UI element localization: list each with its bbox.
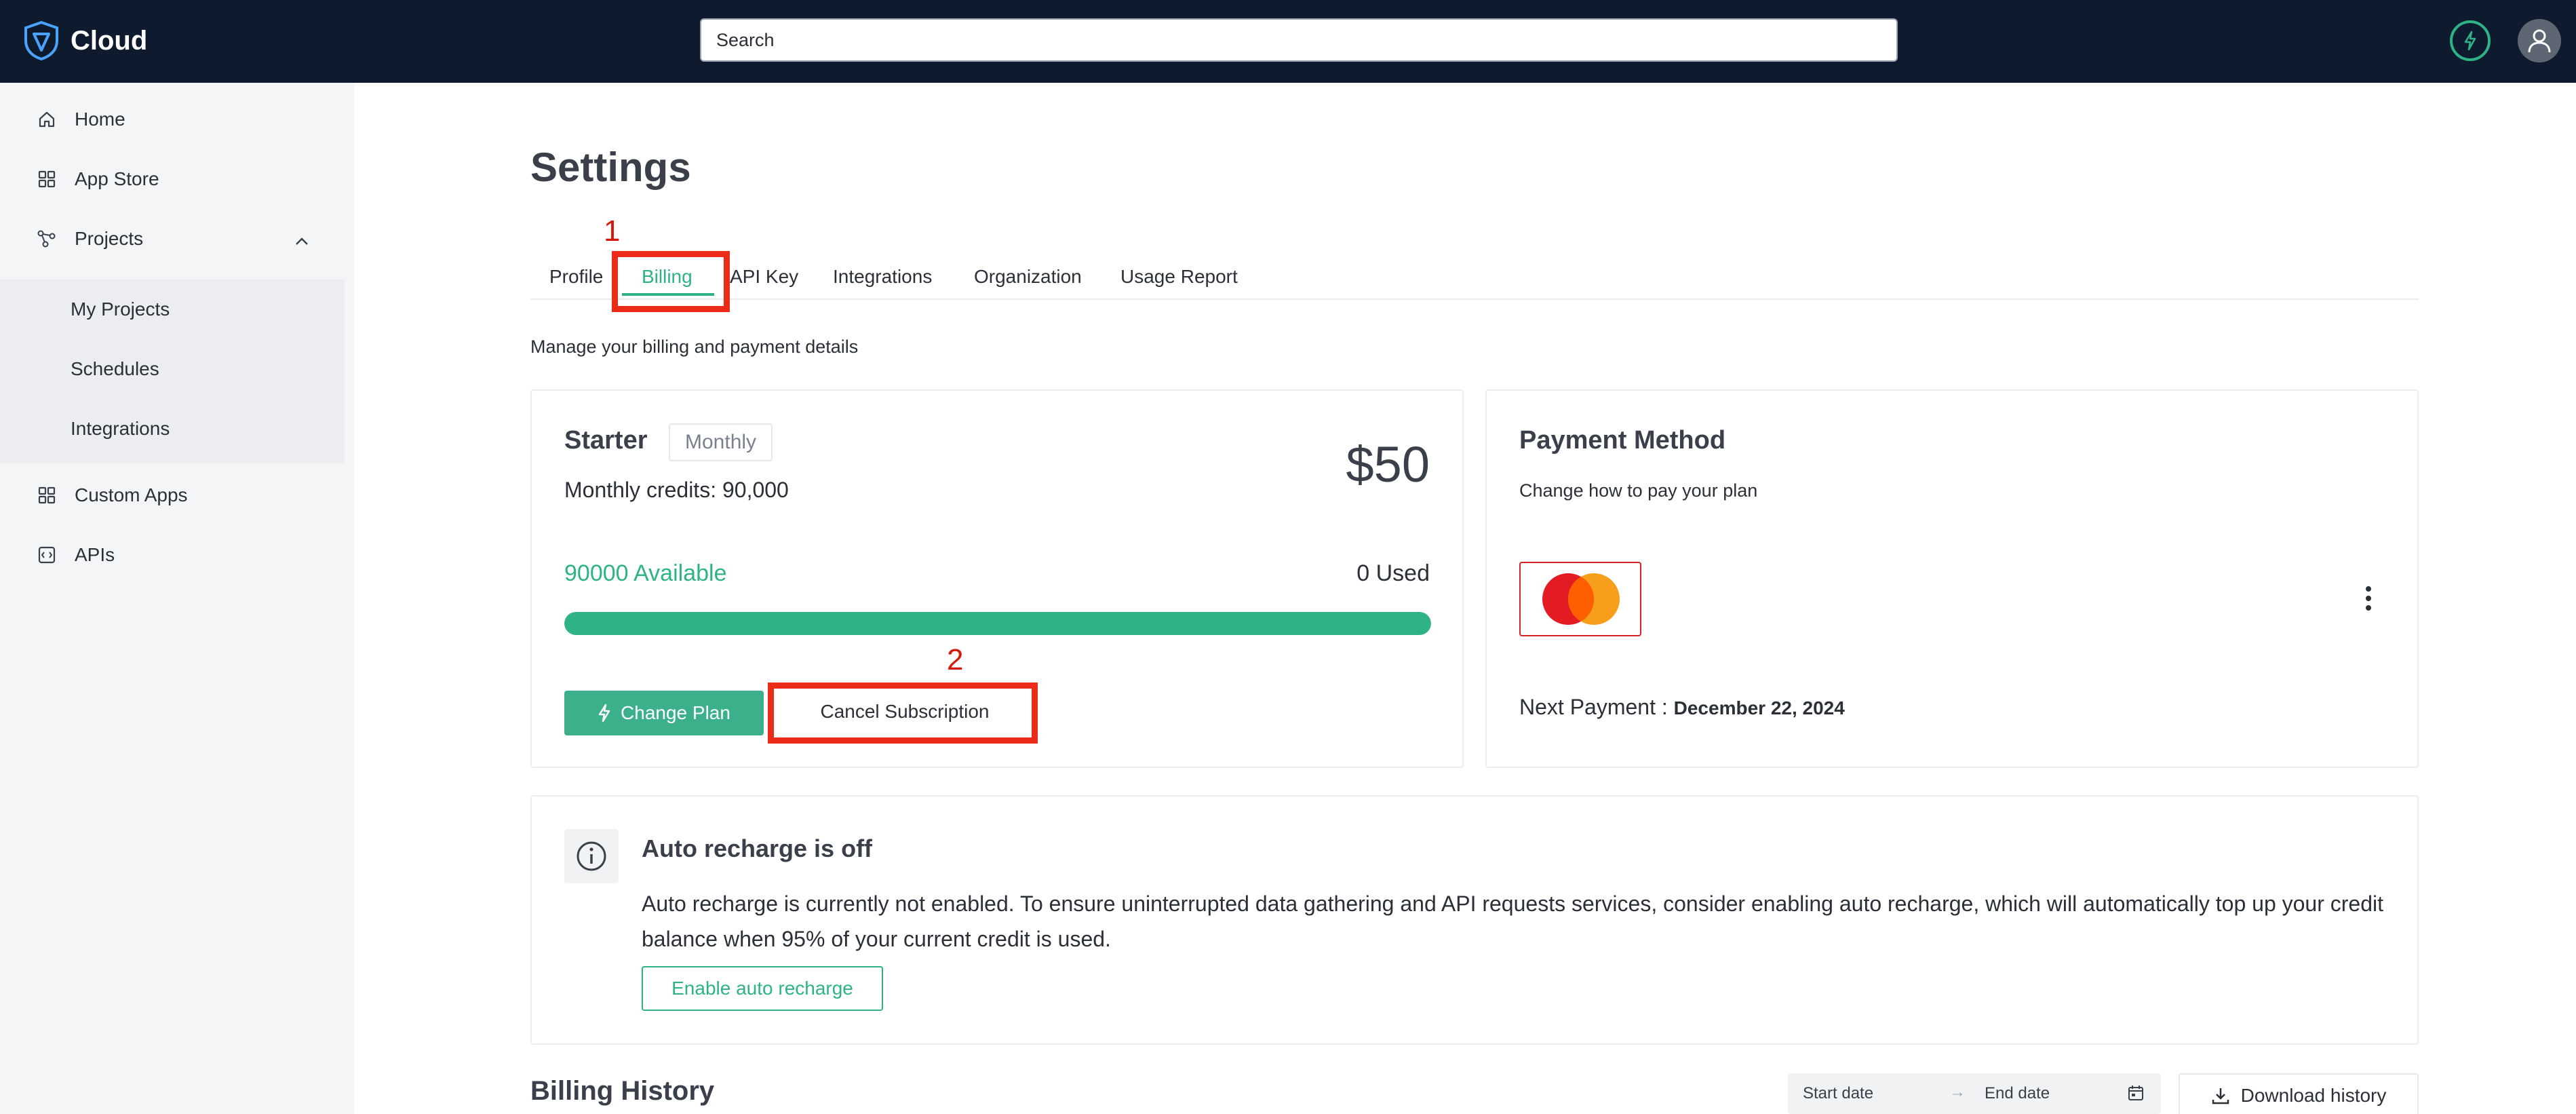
sidebar-item-label: Projects	[75, 228, 144, 249]
app-name: Cloud	[71, 25, 148, 56]
enable-auto-recharge-label: Enable auto recharge	[671, 978, 853, 999]
credits-progress-bar	[564, 612, 1431, 635]
grid-icon	[37, 485, 57, 505]
annotation-number-1: 1	[604, 214, 621, 248]
arrow-right-icon: →	[1949, 1083, 1966, 1101]
plan-cycle-badge: Monthly	[669, 423, 773, 461]
sidebar-item-label: App Store	[75, 168, 159, 189]
next-payment: Next Payment : December 22, 2024	[1519, 695, 1845, 720]
projects-icon	[37, 229, 57, 249]
bolt-icon	[2464, 31, 2476, 51]
auto-recharge-description: Auto recharge is currently not enabled. …	[642, 891, 2384, 951]
sidebar-item-label: Home	[75, 109, 125, 130]
user-icon	[2528, 29, 2551, 53]
sidebar-item-label: Schedules	[71, 358, 159, 379]
next-payment-label: Next Payment :	[1519, 695, 1674, 719]
home-icon	[37, 109, 57, 130]
search-box[interactable]	[700, 18, 1898, 62]
top-bar: Cloud	[0, 0, 2576, 83]
sidebar-item-apis[interactable]: APIs	[0, 525, 345, 585]
credits-used: 0 Used	[1357, 560, 1430, 586]
monthly-credits: Monthly credits: 90,000	[564, 478, 789, 502]
download-history-label: Download history	[2240, 1085, 2387, 1106]
projects-submenu: My Projects Schedules Integrations	[0, 280, 345, 463]
tab-organization[interactable]: Organization	[974, 266, 1082, 288]
annotation-box-2	[768, 683, 1038, 744]
date-range-picker[interactable]: Start date → End date	[1788, 1073, 2161, 1114]
sidebar-item-label: Custom Apps	[75, 484, 188, 505]
sidebar-item-my-projects[interactable]: My Projects	[0, 280, 345, 339]
tab-profile[interactable]: Profile	[549, 266, 603, 288]
sidebar-item-projects[interactable]: Projects	[0, 209, 345, 269]
tab-integrations[interactable]: Integrations	[833, 266, 932, 288]
end-date-input[interactable]: End date	[1985, 1084, 2050, 1103]
sidebar-item-label: My Projects	[71, 299, 170, 320]
more-options-icon[interactable]	[2364, 585, 2373, 612]
info-icon	[564, 829, 619, 883]
sidebar: Home App Store Projects My Projects Sche…	[0, 83, 354, 1114]
settings-tabs: Profile Billing API Key Integrations Org…	[530, 256, 2419, 300]
shield-logo-icon	[24, 20, 58, 61]
search-input[interactable]	[716, 29, 1881, 51]
credits-available: 90000 Available	[564, 560, 727, 586]
credits-bolt-button[interactable]	[2450, 20, 2491, 61]
payment-method-card: Payment Method Change how to pay your pl…	[1485, 389, 2419, 768]
sidebar-item-app-store[interactable]: App Store	[0, 149, 345, 209]
grid-icon	[37, 169, 57, 189]
sidebar-item-label: APIs	[75, 544, 115, 565]
change-plan-button[interactable]: Change Plan	[564, 691, 764, 735]
enable-auto-recharge-button[interactable]: Enable auto recharge	[642, 966, 883, 1011]
tab-usage-report[interactable]: Usage Report	[1120, 266, 1238, 288]
bolt-icon	[598, 704, 610, 723]
download-history-button[interactable]: Download history	[2179, 1073, 2419, 1114]
sidebar-item-custom-apps[interactable]: Custom Apps	[0, 465, 345, 525]
sidebar-item-schedules[interactable]: Schedules	[0, 339, 345, 399]
mastercard-icon	[1519, 562, 1641, 636]
download-icon	[2212, 1088, 2229, 1105]
payment-method-subtitle: Change how to pay your plan	[1519, 480, 1758, 501]
billing-history-title: Billing History	[530, 1076, 715, 1106]
tab-api-key[interactable]: API Key	[730, 266, 798, 288]
plan-price: $50	[1346, 436, 1430, 493]
page-subtitle: Manage your billing and payment details	[530, 337, 859, 357]
change-plan-label: Change Plan	[621, 702, 730, 723]
sidebar-item-integrations[interactable]: Integrations	[0, 399, 345, 459]
chevron-up-icon[interactable]	[294, 229, 309, 251]
auto-recharge-card: Auto recharge is off Auto recharge is cu…	[530, 795, 2419, 1045]
calendar-icon[interactable]	[2127, 1084, 2145, 1107]
annotation-number-2: 2	[947, 643, 964, 676]
next-payment-date: December 22, 2024	[1673, 697, 1845, 718]
auto-recharge-title: Auto recharge is off	[642, 834, 873, 862]
payment-method-title: Payment Method	[1519, 426, 1726, 455]
credits-progress-fill	[564, 612, 1431, 635]
page-title: Settings	[530, 145, 691, 190]
start-date-input[interactable]: Start date	[1803, 1084, 1873, 1103]
annotation-box-1	[612, 251, 730, 312]
sidebar-item-home[interactable]: Home	[0, 90, 345, 149]
brand[interactable]: Cloud	[23, 20, 147, 61]
user-avatar-button[interactable]	[2518, 19, 2561, 62]
plan-name: Starter	[564, 426, 648, 455]
sidebar-item-label: Integrations	[71, 418, 170, 439]
api-icon	[37, 545, 57, 565]
